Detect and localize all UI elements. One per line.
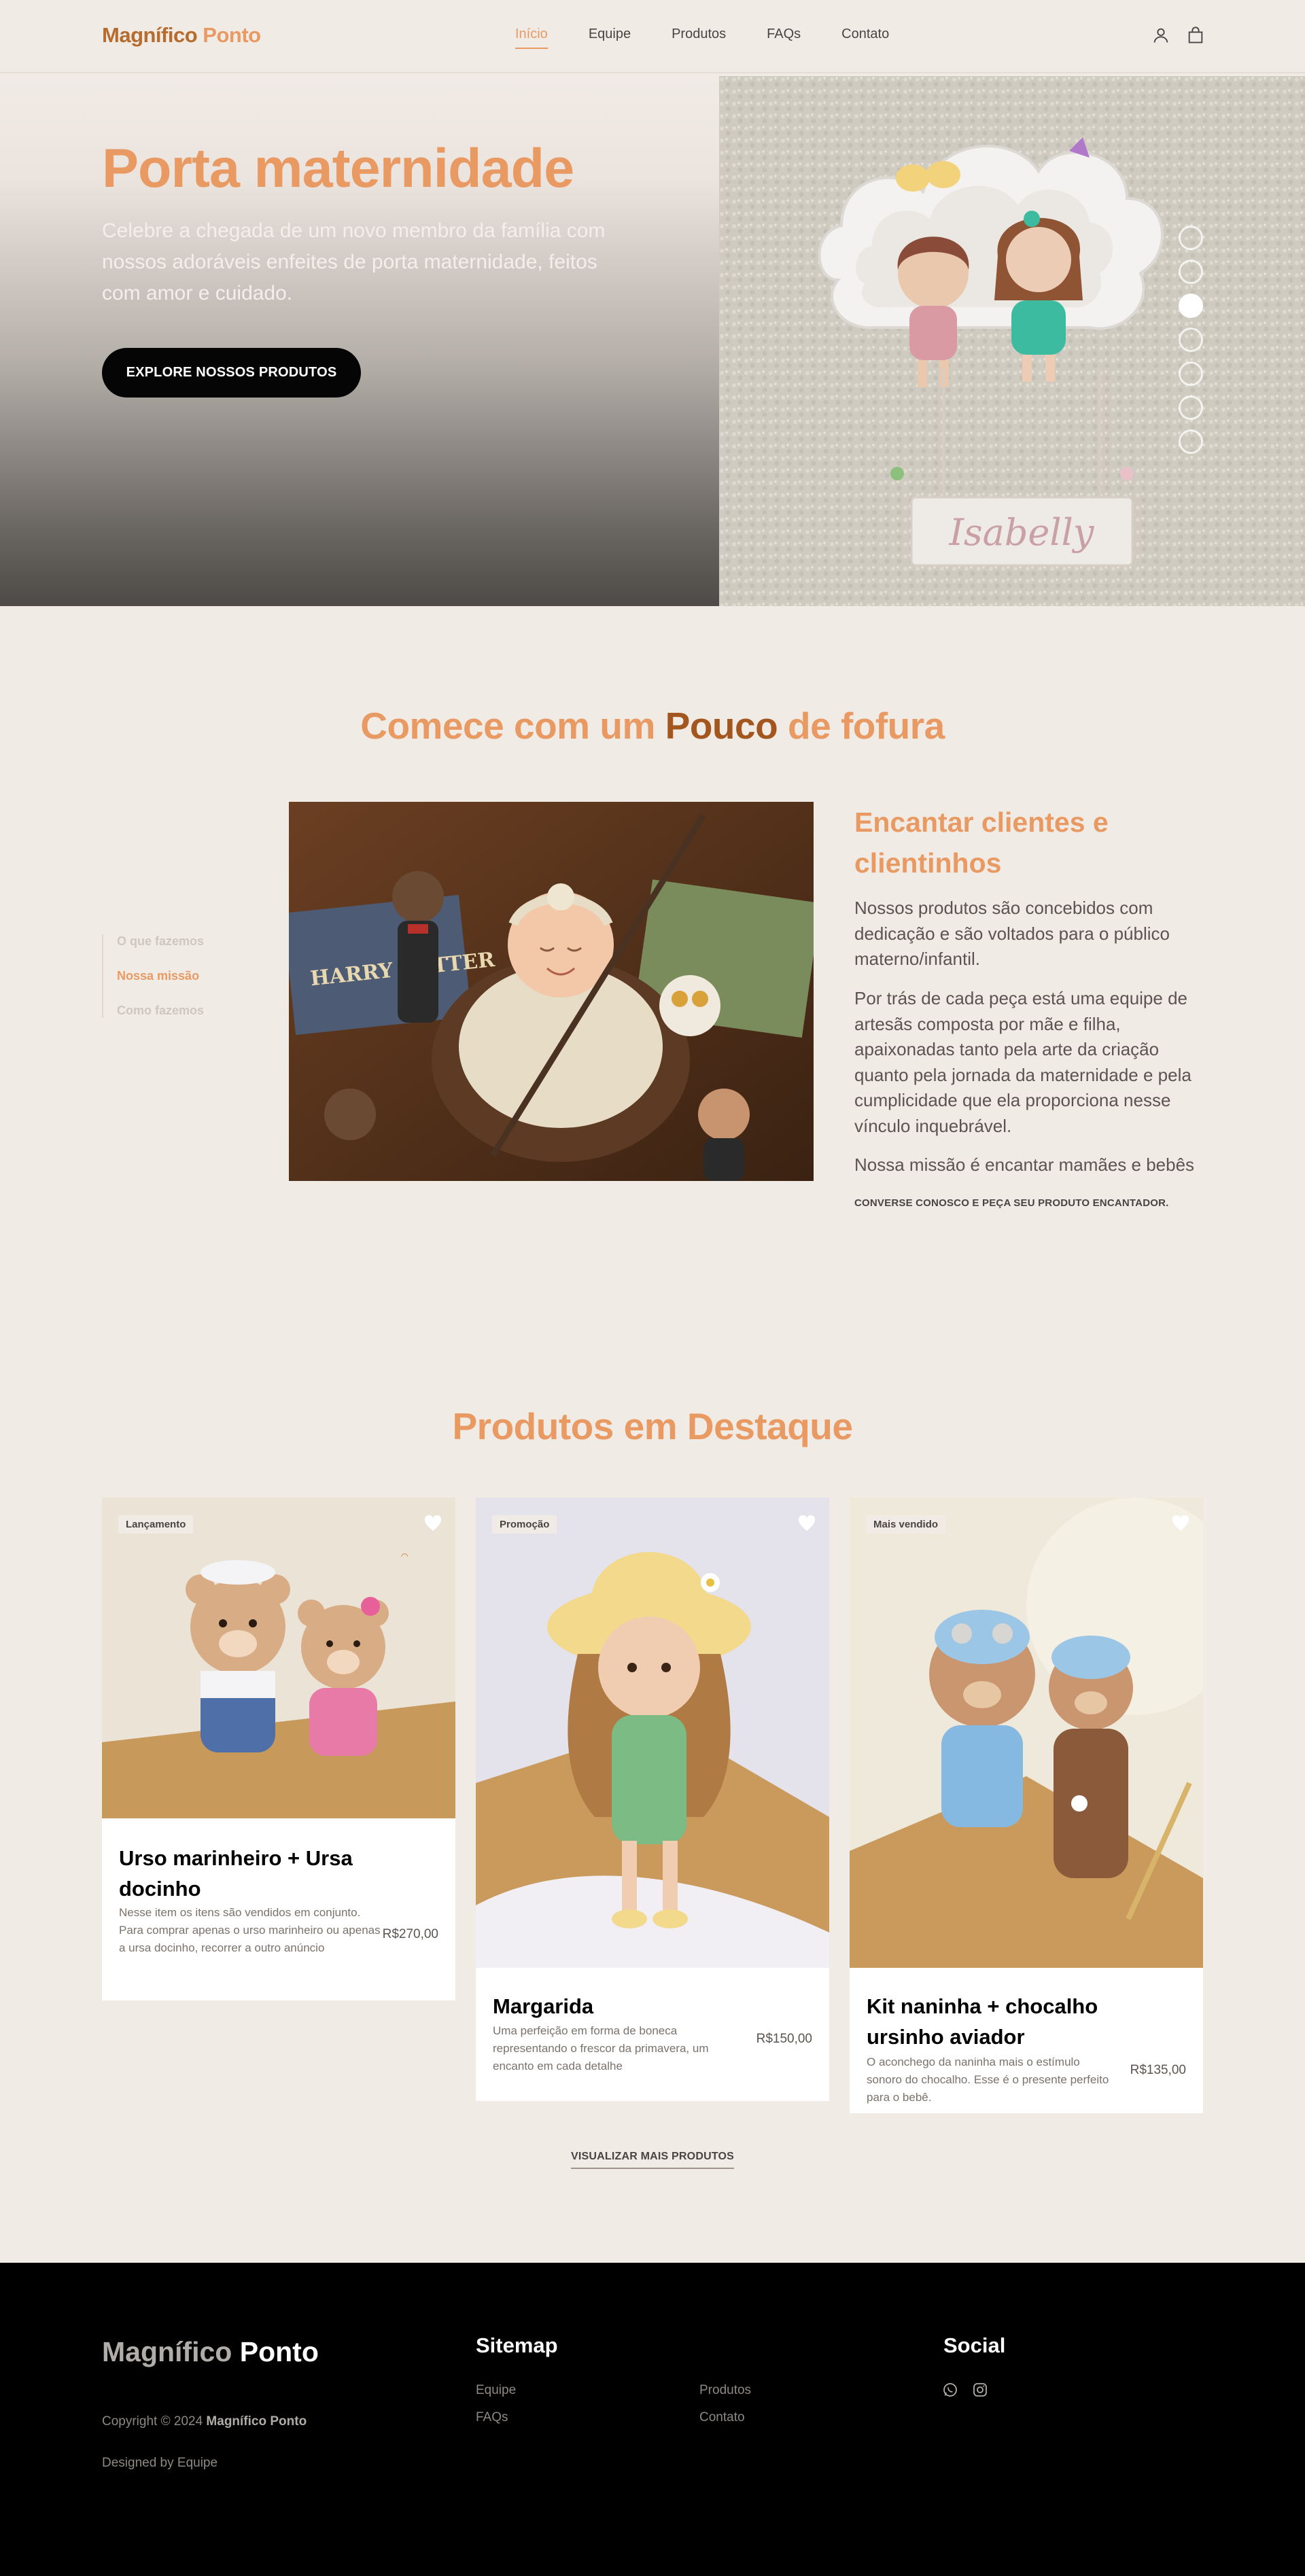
footer-link-produtos[interactable]: Produtos bbox=[699, 2383, 751, 2398]
product-description: Uma perfeição em forma de boneca represe… bbox=[493, 2024, 709, 2072]
product-card-urso-marinheiro[interactable]: ◠ Lançamento Urso marinheiro + Ursa doci… bbox=[102, 1498, 455, 2000]
product-card-kit-naninha[interactable]: Mais vendido Kit naninha + chocalho ursi… bbox=[850, 1498, 1203, 2113]
heart-icon[interactable] bbox=[798, 1515, 816, 1532]
nav-link-equipe[interactable]: Equipe bbox=[589, 27, 631, 49]
user-icon[interactable] bbox=[1151, 26, 1170, 45]
brand-name-part2: Ponto bbox=[203, 23, 261, 47]
product-price: R$270,00 bbox=[382, 1927, 438, 1941]
about-image: HARRY POTTER bbox=[289, 802, 814, 1181]
product-description: Nesse item os itens são vendidos em conj… bbox=[119, 1906, 381, 1954]
heart-icon[interactable] bbox=[1172, 1515, 1189, 1532]
aviator-bear-photo bbox=[850, 1498, 1203, 1968]
about-title-highlight: Pouco bbox=[665, 705, 778, 747]
carousel-dot-5[interactable] bbox=[1179, 361, 1203, 386]
footer-copyright: Copyright © 2024 Magnífico Ponto bbox=[102, 2414, 307, 2429]
svg-text:◠: ◠ bbox=[401, 1551, 408, 1561]
about-title-part1: Comece com um bbox=[360, 705, 655, 747]
carousel-dot-3[interactable] bbox=[1179, 294, 1203, 318]
about-title-part2: de fofura bbox=[787, 705, 945, 747]
hero-title: Porta maternidade bbox=[102, 138, 574, 199]
product-badge: Promoção bbox=[492, 1515, 557, 1534]
nav-link-produtos[interactable]: Produtos bbox=[672, 27, 726, 49]
product-badge: Lançamento bbox=[118, 1515, 194, 1534]
nav-link-contato[interactable]: Contato bbox=[841, 27, 889, 49]
carousel-indicators bbox=[1179, 226, 1203, 454]
about-section-title: Comece com um Pouco de fofura bbox=[0, 704, 1305, 747]
product-image[interactable]: Promoção bbox=[476, 1498, 829, 1968]
footer-designed-by: Designed by Equipe bbox=[102, 2456, 218, 2470]
about-heading: Encantar clientes e clientinhos bbox=[854, 807, 1109, 879]
footer-brand[interactable]: Magnífico Ponto bbox=[102, 2336, 319, 2368]
instagram-icon[interactable] bbox=[972, 2382, 988, 2398]
products-section-title: Produtos em Destaque bbox=[452, 1405, 853, 1447]
product-description: O aconchego da naninha mais o estímulo s… bbox=[867, 2055, 1109, 2104]
top-navbar: Magnífico Ponto Início Equipe Produtos F… bbox=[0, 0, 1305, 73]
product-name[interactable]: Margarida bbox=[493, 1991, 744, 2022]
sitemap-title: Sitemap bbox=[476, 2333, 558, 2357]
newborn-photo: HARRY POTTER bbox=[289, 802, 814, 1181]
footer-link-contato[interactable]: Contato bbox=[699, 2410, 745, 2425]
hero-section: Porta maternidade Celebre a chegada de u… bbox=[0, 75, 1305, 606]
carousel-dot-2[interactable] bbox=[1179, 260, 1203, 284]
nav-link-faqs[interactable]: FAQs bbox=[767, 27, 801, 49]
view-more-products-link[interactable]: VISUALIZAR MAIS PRODUTOS bbox=[570, 2151, 735, 2169]
carousel-dot-4[interactable] bbox=[1179, 328, 1203, 352]
carousel-dot-1[interactable] bbox=[1179, 226, 1203, 250]
plaque-name-text: Isabelly bbox=[949, 511, 1095, 554]
product-name[interactable]: Urso marinheiro + Ursa docinho bbox=[119, 1843, 370, 1904]
copyright-text: Copyright © 2024 bbox=[102, 2414, 203, 2429]
footer-brand-part2: Ponto bbox=[239, 2336, 319, 2367]
product-price: R$150,00 bbox=[756, 2032, 812, 2046]
carousel-dot-7[interactable] bbox=[1179, 429, 1203, 454]
footer: Magnífico Ponto Copyright © 2024 Magnífi… bbox=[0, 2263, 1305, 2576]
side-nav-nossa-missao[interactable]: Nossa missão bbox=[117, 969, 204, 983]
side-nav-o-que-fazemos[interactable]: O que fazemos bbox=[117, 934, 204, 949]
product-badge: Mais vendido bbox=[866, 1515, 946, 1534]
product-card-margarida[interactable]: Promoção Margarida Uma perfeição em form… bbox=[476, 1498, 829, 2101]
bears-photo: ◠ bbox=[102, 1498, 455, 1818]
footer-link-equipe[interactable]: Equipe bbox=[476, 2383, 516, 2398]
about-paragraph-1: Nossos produtos são concebidos com dedic… bbox=[854, 898, 1170, 969]
about-paragraph-3: Nossa missão é encantar mamães e bebês bbox=[854, 1154, 1195, 1175]
about-side-nav: O que fazemos Nossa missão Como fazemos bbox=[102, 934, 204, 1018]
product-name[interactable]: Kit naninha + chocalho ursinho aviador bbox=[867, 1991, 1118, 2052]
view-more-products-wrapper: VISUALIZAR MAIS PRODUTOS bbox=[0, 2151, 1305, 2169]
brand-name-part1: Magnífico bbox=[102, 23, 198, 47]
hero-image-carousel[interactable]: Isabelly bbox=[719, 76, 1305, 606]
copyright-brand: Magnífico Ponto bbox=[206, 2414, 307, 2429]
whatsapp-icon[interactable] bbox=[942, 2382, 958, 2398]
brand-logo[interactable]: Magnífico Ponto bbox=[102, 23, 261, 48]
margarida-doll-photo bbox=[476, 1498, 829, 1968]
door-decoration-image: Isabelly bbox=[719, 76, 1305, 606]
shopping-bag-icon[interactable] bbox=[1186, 26, 1205, 45]
product-price: R$135,00 bbox=[1130, 2063, 1186, 2077]
main-menu: Início Equipe Produtos FAQs Contato bbox=[515, 27, 889, 49]
about-paragraph-2: Por trás de cada peça está uma equipe de… bbox=[854, 988, 1191, 1136]
explore-products-button[interactable]: EXPLORE NOSSOS PRODUTOS bbox=[102, 348, 361, 398]
nav-link-inicio[interactable]: Início bbox=[515, 27, 548, 49]
product-image[interactable]: ◠ Lançamento bbox=[102, 1498, 455, 1818]
footer-brand-part1: Magnífico bbox=[102, 2336, 232, 2367]
carousel-dot-6[interactable] bbox=[1179, 395, 1203, 420]
footer-link-faqs[interactable]: FAQs bbox=[476, 2410, 508, 2425]
heart-icon[interactable] bbox=[424, 1515, 442, 1532]
hero-subtitle: Celebre a chegada de um novo membro da f… bbox=[102, 219, 606, 304]
product-image[interactable]: Mais vendido bbox=[850, 1498, 1203, 1968]
side-nav-como-fazemos[interactable]: Como fazemos bbox=[117, 1004, 204, 1018]
social-title: Social bbox=[943, 2333, 1006, 2357]
contact-cta-link[interactable]: CONVERSE CONOSCO E PEÇA SEU PRODUTO ENCA… bbox=[854, 1197, 1169, 1209]
